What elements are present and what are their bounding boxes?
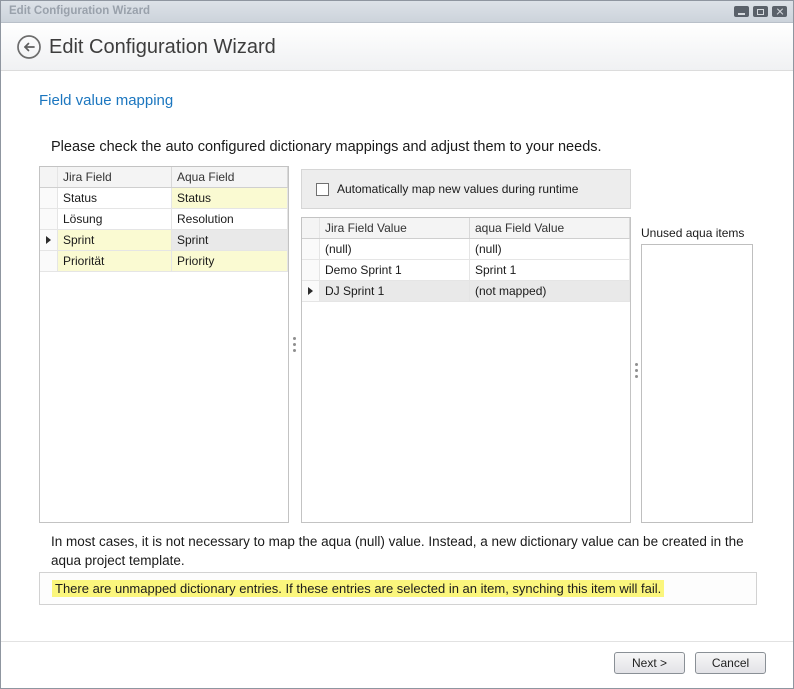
selected-row-arrow-icon bbox=[308, 287, 313, 295]
cell-jira-field[interactable]: Lösung bbox=[58, 209, 172, 230]
cell-jira-field[interactable]: Status bbox=[58, 188, 172, 209]
field-row-loesung[interactable]: Lösung Resolution bbox=[40, 209, 288, 230]
row-indicator-cell[interactable] bbox=[40, 251, 58, 272]
titlebar: Edit Configuration Wizard bbox=[1, 1, 793, 23]
wizard-header: Edit Configuration Wizard bbox=[1, 23, 793, 71]
row-indicator-cell[interactable] bbox=[302, 260, 320, 281]
value-grid-splitter[interactable] bbox=[631, 217, 641, 523]
column-header-jira-field-value[interactable]: Jira Field Value bbox=[320, 218, 470, 238]
value-grid-header: Jira Field Value aqua Field Value bbox=[302, 218, 630, 239]
instruction-text: Please check the auto configured diction… bbox=[51, 139, 602, 155]
grip-dot bbox=[635, 369, 638, 372]
cell-aqua-field[interactable]: Resolution bbox=[172, 209, 288, 230]
field-grid-splitter[interactable] bbox=[289, 166, 299, 523]
cell-jira-field-value[interactable]: (null) bbox=[320, 239, 470, 260]
grip-dot bbox=[635, 363, 638, 366]
cell-jira-field[interactable]: Priorität bbox=[58, 251, 172, 272]
auto-map-label[interactable]: Automatically map new values during runt… bbox=[337, 182, 578, 196]
warning-panel: There are unmapped dictionary entries. I… bbox=[39, 572, 757, 605]
maximize-button[interactable] bbox=[753, 6, 768, 17]
field-row-status[interactable]: Status Status bbox=[40, 188, 288, 209]
grip-icon bbox=[293, 337, 296, 352]
null-mapping-note: In most cases, it is not necessary to ma… bbox=[51, 532, 759, 570]
grip-dot bbox=[293, 343, 296, 346]
value-row-null[interactable]: (null) (null) bbox=[302, 239, 630, 260]
section-title: Field value mapping bbox=[39, 92, 173, 109]
edit-configuration-wizard-window: Edit Configuration Wizard Edit Configura… bbox=[0, 0, 794, 689]
cell-aqua-field-value[interactable]: (not mapped) bbox=[470, 281, 630, 302]
close-button[interactable] bbox=[772, 6, 787, 17]
field-row-prioritaet[interactable]: Priorität Priority bbox=[40, 251, 288, 272]
value-row-dj-sprint[interactable]: DJ Sprint 1 (not mapped) bbox=[302, 281, 630, 302]
back-button[interactable] bbox=[16, 34, 42, 60]
cell-jira-field-value[interactable]: DJ Sprint 1 bbox=[320, 281, 470, 302]
warning-text: There are unmapped dictionary entries. I… bbox=[52, 580, 664, 597]
column-header-aqua-field[interactable]: Aqua Field bbox=[172, 167, 288, 187]
close-icon bbox=[776, 8, 784, 16]
window-title: Edit Configuration Wizard bbox=[9, 1, 150, 22]
minimize-button[interactable] bbox=[734, 6, 749, 17]
row-indicator-header bbox=[302, 218, 320, 238]
cell-aqua-field-value[interactable]: Sprint 1 bbox=[470, 260, 630, 281]
row-indicator-cell[interactable] bbox=[40, 230, 58, 251]
grip-dot bbox=[635, 375, 638, 378]
unused-items-label: Unused aqua items bbox=[641, 226, 744, 240]
minimize-icon bbox=[738, 13, 745, 15]
field-mapping-grid: Jira Field Aqua Field Status Status Lösu… bbox=[39, 166, 289, 523]
row-indicator-cell[interactable] bbox=[302, 239, 320, 260]
selected-row-arrow-icon bbox=[46, 236, 51, 244]
auto-map-checkbox[interactable] bbox=[316, 183, 329, 196]
row-indicator-cell[interactable] bbox=[40, 188, 58, 209]
row-indicator-cell[interactable] bbox=[302, 281, 320, 302]
next-button[interactable]: Next > bbox=[614, 652, 685, 674]
page-title: Edit Configuration Wizard bbox=[49, 33, 276, 61]
value-row-demo-sprint[interactable]: Demo Sprint 1 Sprint 1 bbox=[302, 260, 630, 281]
grip-icon bbox=[635, 363, 638, 378]
back-icon bbox=[16, 34, 42, 60]
cell-jira-field[interactable]: Sprint bbox=[58, 230, 172, 251]
runtime-option-panel: Automatically map new values during runt… bbox=[301, 169, 631, 209]
grip-dot bbox=[293, 337, 296, 340]
cell-aqua-field[interactable]: Priority bbox=[172, 251, 288, 272]
window-controls bbox=[734, 6, 787, 17]
cell-jira-field-value[interactable]: Demo Sprint 1 bbox=[320, 260, 470, 281]
cell-aqua-field-value[interactable]: (null) bbox=[470, 239, 630, 260]
cell-aqua-field[interactable]: Status bbox=[172, 188, 288, 209]
grip-dot bbox=[293, 349, 296, 352]
value-mapping-grid: Jira Field Value aqua Field Value (null)… bbox=[301, 217, 631, 523]
field-grid-header: Jira Field Aqua Field bbox=[40, 167, 288, 188]
footer-separator bbox=[1, 641, 793, 642]
row-indicator-header bbox=[40, 167, 58, 187]
unused-items-listbox[interactable] bbox=[641, 244, 753, 523]
field-row-sprint[interactable]: Sprint Sprint bbox=[40, 230, 288, 251]
row-indicator-cell[interactable] bbox=[40, 209, 58, 230]
column-header-aqua-field-value[interactable]: aqua Field Value bbox=[470, 218, 630, 238]
maximize-icon bbox=[757, 9, 764, 15]
cancel-button[interactable]: Cancel bbox=[695, 652, 766, 674]
cell-aqua-field[interactable]: Sprint bbox=[172, 230, 288, 251]
column-header-jira-field[interactable]: Jira Field bbox=[58, 167, 172, 187]
